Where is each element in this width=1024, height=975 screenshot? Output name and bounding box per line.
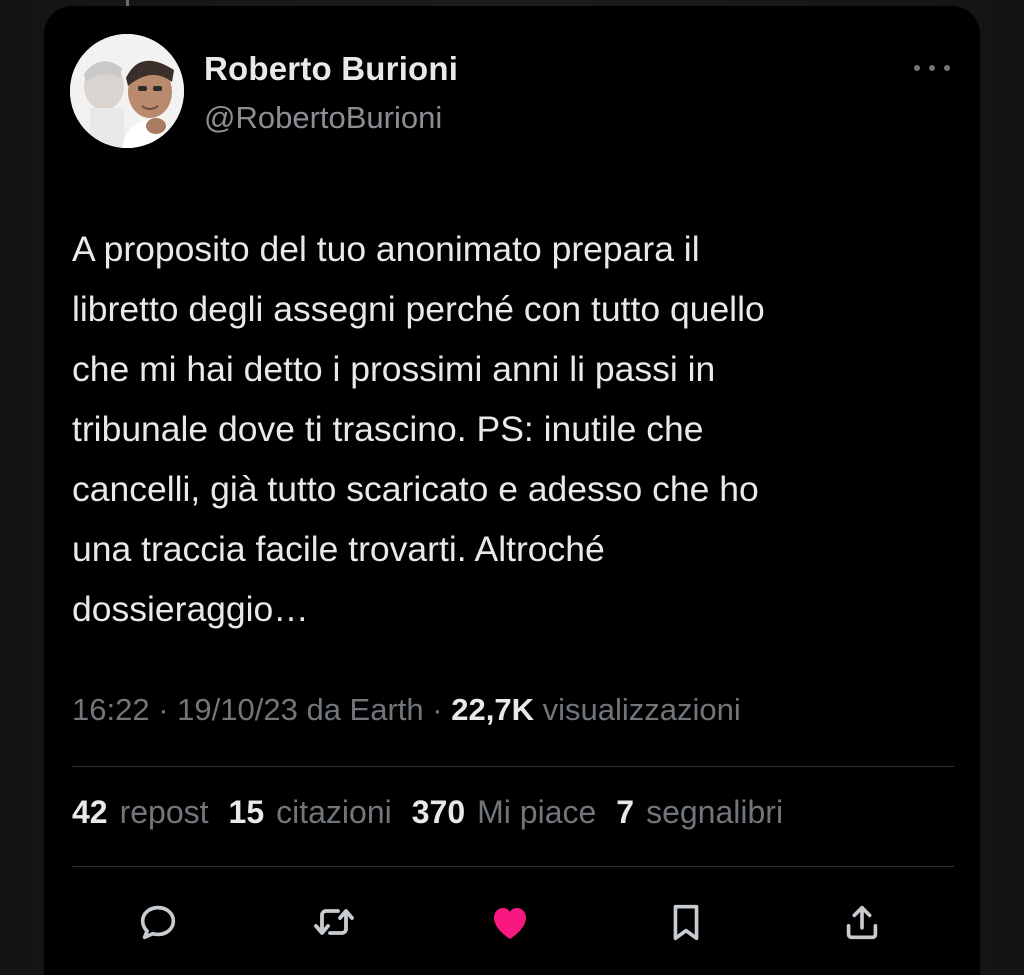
quotes-stat[interactable]: 15 citazioni — [229, 794, 392, 831]
tweet-time[interactable]: 16:22 — [72, 692, 150, 727]
more-options-button[interactable] — [914, 58, 950, 78]
reposts-stat[interactable]: 42 repost — [72, 794, 209, 831]
more-icon — [914, 65, 920, 71]
quotes-count: 15 — [228, 794, 265, 830]
bookmarks-count: 7 — [616, 794, 635, 830]
meta-separator: · — [432, 692, 443, 727]
reply-button[interactable] — [128, 892, 188, 952]
heart-icon — [494, 908, 526, 939]
reposts-label: repost — [119, 794, 209, 830]
bookmarks-label: segnalibri — [646, 794, 784, 830]
views-count: 22,7K — [451, 692, 534, 727]
more-icon-dot — [929, 65, 935, 71]
tweet-date[interactable]: 19/10/23 — [177, 692, 298, 727]
bookmarks-stat[interactable]: 7 segnalibri — [616, 794, 783, 831]
avatar-photo-icon — [70, 34, 184, 148]
author-handle[interactable]: @RobertoBurioni — [204, 100, 442, 136]
reply-icon — [140, 905, 176, 940]
repost-icon — [314, 909, 354, 935]
tweet-card: Roberto Burioni @RobertoBurioni A propos… — [44, 6, 980, 975]
likes-stat[interactable]: 370 Mi piace — [412, 794, 597, 831]
tweet-meta: 16:22 · 19/10/23 da Earth · 22,7K visual… — [72, 692, 741, 728]
bookmark-icon — [673, 904, 699, 941]
bookmark-button[interactable] — [656, 892, 716, 952]
divider — [72, 866, 954, 867]
likes-label: Mi piace — [477, 794, 597, 830]
tweet-text: A proposito del tuo anonimato prepara il… — [72, 229, 765, 629]
share-button[interactable] — [832, 892, 892, 952]
quotes-label: citazioni — [276, 794, 392, 830]
tweet-source: da Earth — [306, 692, 424, 727]
views-label: visualizzazioni — [542, 692, 741, 727]
like-button[interactable] — [480, 892, 540, 952]
repost-button[interactable] — [304, 892, 364, 952]
share-icon — [846, 905, 878, 940]
reposts-count: 42 — [72, 794, 108, 830]
engagement-stats: 42 repost 15 citazioni 370 Mi piace 7 se… — [72, 794, 783, 831]
divider — [72, 766, 954, 767]
action-bar — [44, 892, 980, 952]
meta-separator: · — [158, 692, 169, 727]
likes-count: 370 — [411, 794, 466, 830]
avatar[interactable] — [70, 34, 184, 148]
author-name[interactable]: Roberto Burioni — [204, 50, 458, 88]
more-icon-dot — [944, 65, 950, 71]
